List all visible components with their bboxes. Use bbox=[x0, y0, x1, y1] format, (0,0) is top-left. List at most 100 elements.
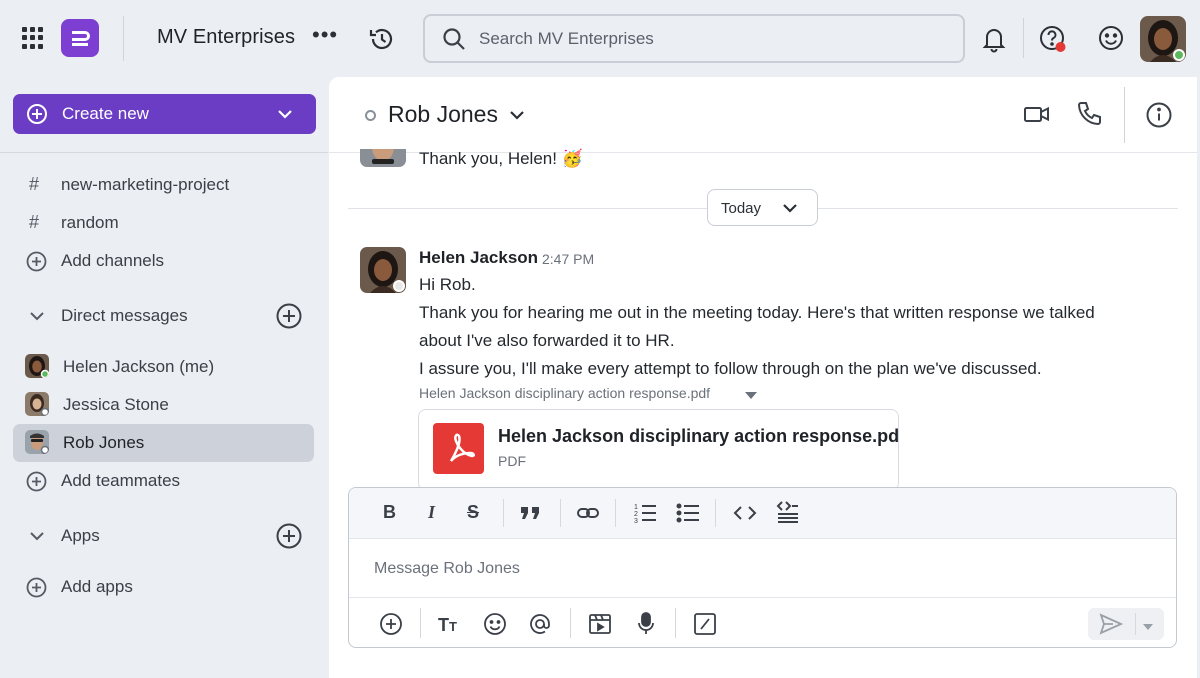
divider bbox=[420, 608, 421, 638]
sidebar-item-rob-jones[interactable]: Rob Jones bbox=[13, 424, 314, 462]
add-channels-label: Add channels bbox=[61, 251, 165, 270]
chevron-down-icon[interactable] bbox=[508, 108, 526, 127]
top-bar: MV Enterprises ••• Search MV Enterprises bbox=[0, 0, 1200, 78]
pdf-file-icon bbox=[433, 423, 484, 474]
history-icon[interactable] bbox=[367, 24, 397, 59]
svg-text:T: T bbox=[449, 619, 457, 634]
add-dm-icon[interactable] bbox=[276, 303, 302, 334]
message-author[interactable]: Helen Jackson bbox=[419, 248, 538, 268]
info-icon[interactable] bbox=[1145, 101, 1173, 134]
mention-icon[interactable] bbox=[528, 612, 552, 641]
formatting-toolbar: B I S 123 bbox=[349, 488, 1176, 539]
send-button[interactable] bbox=[1088, 608, 1164, 640]
bold-icon[interactable]: B bbox=[383, 502, 396, 523]
conversation-title[interactable]: Rob Jones bbox=[388, 101, 498, 128]
divider bbox=[123, 16, 124, 61]
search-icon bbox=[441, 26, 467, 57]
message-input[interactable]: Message Rob Jones bbox=[374, 560, 520, 578]
svg-text:1: 1 bbox=[634, 504, 638, 511]
chevron-down-icon bbox=[276, 106, 294, 127]
emoji-icon[interactable] bbox=[483, 612, 507, 641]
sidebar-item-label: new-marketing-project bbox=[61, 175, 230, 194]
avatar bbox=[25, 354, 49, 378]
bell-icon[interactable] bbox=[981, 25, 1007, 58]
add-attachment-icon[interactable] bbox=[379, 612, 403, 641]
bullet-list-icon[interactable] bbox=[676, 502, 700, 529]
divider bbox=[615, 499, 616, 527]
ordered-list-icon[interactable]: 123 bbox=[633, 502, 657, 529]
italic-icon[interactable]: I bbox=[428, 502, 435, 523]
code-block-icon[interactable] bbox=[776, 500, 800, 529]
text-format-icon[interactable]: TT bbox=[438, 612, 462, 639]
plus-circle-icon bbox=[26, 471, 47, 497]
help-icon[interactable] bbox=[1038, 24, 1070, 61]
user-avatar[interactable] bbox=[1140, 16, 1186, 62]
quote-icon[interactable] bbox=[520, 505, 542, 526]
emoji-status-icon[interactable] bbox=[1097, 24, 1125, 57]
sidebar: Create new # new-marketing-project # ran… bbox=[0, 78, 328, 678]
avatar bbox=[25, 392, 49, 416]
date-divider-label: Today bbox=[721, 200, 762, 217]
chevron-down-icon bbox=[28, 309, 46, 328]
caret-down-icon[interactable] bbox=[744, 388, 758, 406]
phone-icon[interactable] bbox=[1075, 100, 1103, 133]
divider bbox=[503, 499, 504, 527]
add-teammates-button[interactable]: Add teammates bbox=[0, 462, 328, 500]
message-timestamp: 2:47 PM bbox=[542, 251, 595, 267]
create-new-button[interactable]: Create new bbox=[13, 94, 316, 134]
sidebar-item-label: Jessica Stone bbox=[63, 395, 169, 414]
attachment-caption[interactable]: Helen Jackson disciplinary action respon… bbox=[419, 385, 710, 401]
add-app-icon[interactable] bbox=[276, 523, 302, 554]
plus-circle-icon bbox=[26, 103, 48, 130]
more-options-icon[interactable]: ••• bbox=[312, 22, 338, 48]
link-icon[interactable] bbox=[576, 502, 600, 529]
app-grid-icon[interactable] bbox=[22, 27, 44, 49]
svg-text:2: 2 bbox=[634, 511, 638, 518]
avatar bbox=[360, 149, 406, 167]
strikethrough-icon[interactable]: S bbox=[467, 502, 479, 523]
divider bbox=[1124, 87, 1125, 143]
sidebar-item-label: Helen Jackson (me) bbox=[63, 357, 215, 376]
add-apps-label: Add apps bbox=[61, 577, 133, 596]
send-icon bbox=[1099, 613, 1124, 640]
microphone-icon[interactable] bbox=[635, 611, 657, 642]
sidebar-item-helen-jackson[interactable]: Helen Jackson (me) bbox=[0, 348, 328, 386]
conversation-panel: Rob Jones Thank you, Helen! 🥳 Today Hele… bbox=[329, 77, 1197, 678]
direct-messages-header[interactable]: Direct messages bbox=[0, 297, 328, 335]
search-bar[interactable]: Search MV Enterprises bbox=[423, 14, 965, 63]
sidebar-item-new-marketing-project[interactable]: # new-marketing-project bbox=[0, 166, 328, 204]
sidebar-item-label: random bbox=[61, 213, 119, 232]
message-line: Hi Rob. bbox=[419, 275, 476, 294]
date-divider-button[interactable]: Today bbox=[707, 189, 818, 226]
add-channels-button[interactable]: Add channels bbox=[0, 242, 328, 280]
video-call-icon[interactable] bbox=[1023, 102, 1051, 131]
chevron-down-icon bbox=[28, 529, 46, 548]
caret-down-icon[interactable] bbox=[1141, 619, 1155, 637]
add-apps-button[interactable]: Add apps bbox=[0, 568, 328, 606]
avatar[interactable] bbox=[360, 247, 406, 293]
search-input[interactable]: Search MV Enterprises bbox=[479, 29, 654, 49]
avatar bbox=[25, 430, 49, 454]
hash-icon: # bbox=[29, 174, 40, 194]
apps-header[interactable]: Apps bbox=[0, 517, 328, 555]
app-logo[interactable] bbox=[61, 19, 99, 57]
file-name: Helen Jackson disciplinary action respon… bbox=[498, 426, 899, 446]
sidebar-item-jessica-stone[interactable]: Jessica Stone bbox=[0, 386, 328, 424]
divider bbox=[1023, 18, 1024, 58]
chevron-down-icon bbox=[781, 201, 799, 220]
apps-label: Apps bbox=[61, 526, 100, 545]
divider bbox=[715, 499, 716, 527]
file-attachment-card[interactable]: Helen Jackson disciplinary action respon… bbox=[418, 409, 899, 491]
add-teammates-label: Add teammates bbox=[61, 471, 181, 490]
message-composer: B I S 123 Message Rob Jones T T bbox=[348, 487, 1177, 648]
svg-text:T: T bbox=[438, 615, 449, 634]
divider bbox=[570, 608, 571, 638]
sidebar-item-random[interactable]: # random bbox=[0, 204, 328, 242]
message-text: Thank you, Helen! 🥳 bbox=[419, 149, 583, 168]
video-clip-icon[interactable] bbox=[588, 612, 612, 641]
hash-icon: # bbox=[29, 212, 40, 232]
org-name[interactable]: MV Enterprises bbox=[157, 26, 295, 49]
code-icon[interactable] bbox=[733, 503, 757, 528]
message-line: I assure you, I'll make every attempt to… bbox=[419, 359, 1042, 378]
slash-command-icon[interactable] bbox=[693, 612, 717, 641]
